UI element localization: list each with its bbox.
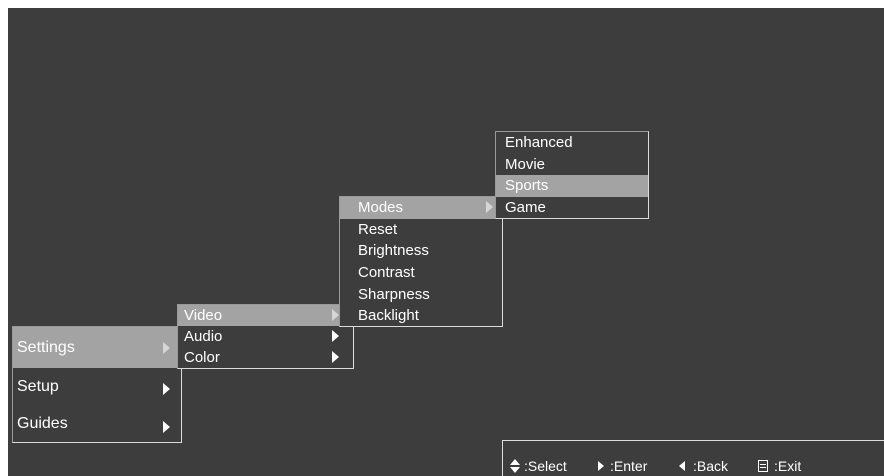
submenu-arrow-icon: [332, 351, 339, 363]
hint-enter: :Enter: [594, 455, 647, 476]
settings-item-label: Video: [184, 307, 223, 324]
video-item-contrast[interactable]: Contrast: [340, 262, 502, 284]
main-menu-item-label: Setup: [17, 378, 59, 395]
video-item-label: Sharpness: [358, 285, 430, 303]
submenu-arrow-icon: [163, 342, 170, 354]
submenu-arrow-icon: [163, 421, 170, 433]
left-triangle-icon: [679, 461, 685, 471]
main-menu-item-label: Guides: [17, 415, 68, 432]
mode-item-label: Movie: [505, 155, 546, 173]
mode-item-enhanced[interactable]: Enhanced: [496, 132, 648, 154]
video-item-backlight[interactable]: Backlight: [340, 305, 502, 327]
hint-back-label: :Back: [693, 458, 729, 474]
video-item-label: Modes: [358, 199, 404, 217]
hint-enter-label: :Enter: [610, 458, 648, 474]
submenu-arrow-icon: [332, 330, 339, 342]
video-item-label: Brightness: [358, 242, 429, 260]
video-item-sharpness[interactable]: Sharpness: [340, 283, 502, 305]
menu-document-icon: [758, 460, 768, 472]
settings-item-label: Color: [184, 349, 220, 366]
mode-item-game[interactable]: Game: [496, 197, 648, 219]
hint-select: :Select: [510, 455, 567, 476]
main-menu-item-guides[interactable]: Guides: [13, 406, 181, 442]
video-item-label: Reset: [358, 220, 398, 238]
mode-item-sports[interactable]: Sports: [496, 175, 648, 197]
video-submenu: Modes Reset Brightness Contrast Sharpnes…: [339, 196, 503, 327]
main-menu-item-setup[interactable]: Setup: [13, 368, 181, 406]
modes-submenu: Enhanced Movie Sports Game: [495, 131, 649, 219]
hint-back: :Back: [679, 455, 728, 476]
mode-item-movie[interactable]: Movie: [496, 154, 648, 176]
main-menu-item-label: Settings: [17, 338, 75, 356]
video-item-modes[interactable]: Modes: [340, 197, 502, 219]
navigation-hint-bar: :Select :Enter :Back :Exit: [502, 440, 884, 476]
submenu-arrow-icon: [163, 383, 170, 395]
video-item-brightness[interactable]: Brightness: [340, 240, 502, 262]
main-menu: Settings Setup Guides: [12, 326, 182, 443]
video-item-label: Backlight: [358, 307, 419, 325]
submenu-arrow-icon: [332, 309, 339, 321]
mode-item-label: Sports: [505, 177, 549, 195]
right-triangle-icon: [598, 461, 604, 471]
video-item-reset[interactable]: Reset: [340, 219, 502, 241]
up-down-arrows-icon: [510, 459, 520, 473]
submenu-arrow-icon: [486, 201, 493, 213]
mode-item-label: Enhanced: [505, 134, 573, 152]
hint-exit-label: :Exit: [774, 458, 802, 474]
tv-screen: Settings Setup Guides Video Audio Color …: [8, 8, 884, 476]
settings-item-video[interactable]: Video: [178, 305, 353, 326]
hint-select-label: :Select: [524, 458, 567, 474]
mode-item-label: Game: [505, 199, 546, 217]
hint-exit: :Exit: [758, 455, 801, 476]
video-item-label: Contrast: [358, 264, 415, 282]
main-menu-item-settings[interactable]: Settings: [13, 327, 181, 368]
settings-item-label: Audio: [184, 328, 223, 345]
settings-item-color[interactable]: Color: [178, 347, 353, 368]
settings-submenu: Video Audio Color: [177, 304, 354, 369]
settings-item-audio[interactable]: Audio: [178, 326, 353, 347]
